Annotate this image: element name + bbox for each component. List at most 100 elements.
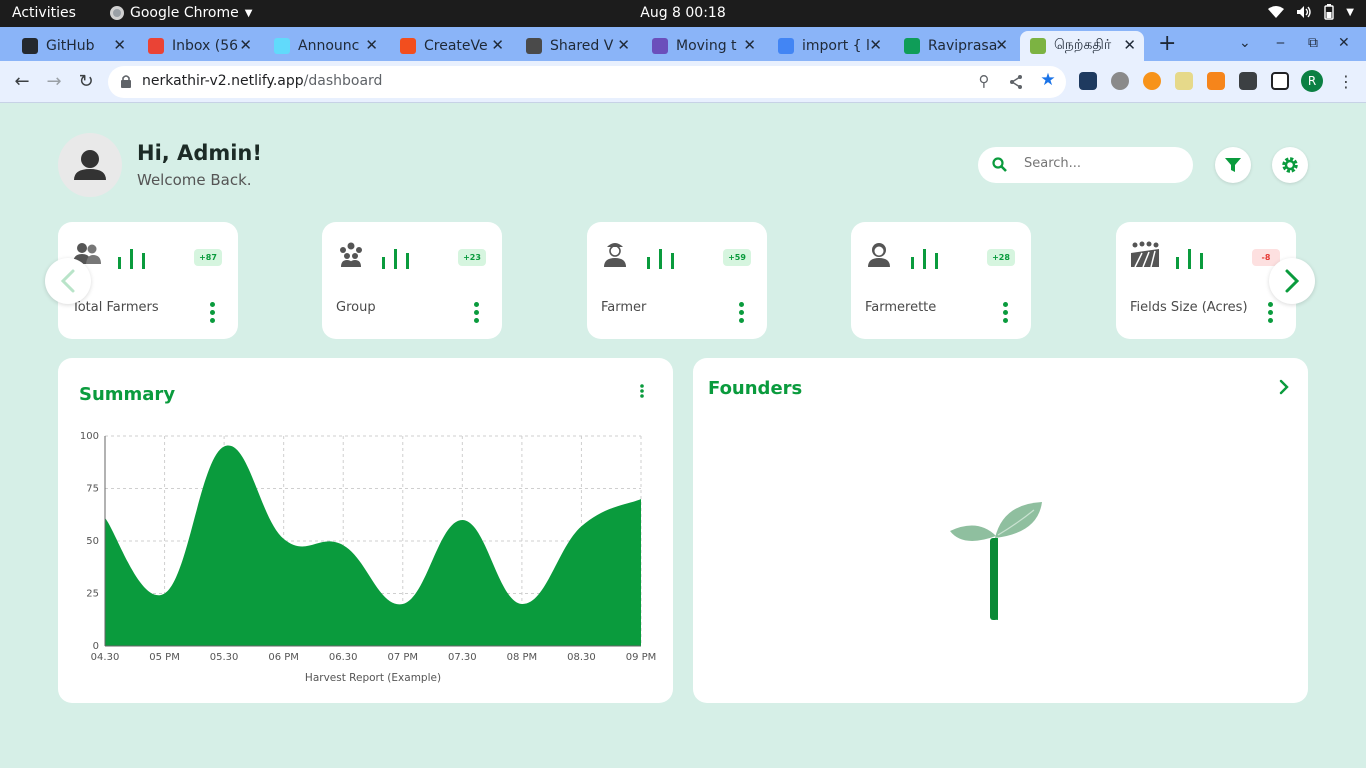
forward-button[interactable]: →	[42, 70, 66, 94]
volume-icon	[1297, 6, 1311, 18]
new-tab-button[interactable]: +	[1158, 31, 1176, 56]
tab-favicon-icon	[274, 38, 290, 54]
filter-button[interactable]	[1215, 147, 1251, 183]
mini-bars-icon	[382, 249, 410, 269]
dashboard-page: Hi, Admin! Welcome Back. +87Total Farmer…	[0, 104, 1366, 768]
card-more-icon[interactable]	[739, 302, 745, 323]
back-button[interactable]: ←	[10, 70, 34, 94]
browser-tab[interactable]: Raviprasa ✕	[894, 31, 1016, 61]
close-tab-icon[interactable]: ✕	[1123, 36, 1136, 54]
search-icon	[992, 157, 1007, 172]
carousel-next-button[interactable]	[1269, 258, 1315, 304]
chrome-icon	[110, 6, 124, 20]
founders-panel: Founders	[693, 358, 1308, 703]
close-window-button[interactable]: ✕	[1338, 35, 1350, 51]
y-tick-label: 25	[86, 589, 99, 600]
area-series	[105, 445, 641, 646]
side-panel-icon[interactable]	[1271, 72, 1289, 90]
mini-bars-icon	[911, 249, 939, 269]
metamask-icon[interactable]	[1207, 72, 1225, 90]
close-tab-icon[interactable]: ✕	[239, 36, 252, 54]
filter-icon	[1225, 158, 1241, 172]
trend-badge: +23	[458, 249, 486, 266]
chevron-left-icon	[60, 269, 75, 293]
group-icon	[340, 242, 362, 267]
react-devtools-icon[interactable]	[1079, 72, 1097, 90]
carousel-prev-button[interactable]	[45, 258, 91, 304]
activities-button[interactable]: Activities	[12, 5, 76, 21]
power-menu-icon: ▼	[1346, 6, 1354, 18]
card-more-icon[interactable]	[1268, 302, 1274, 323]
x-tick-label: 09 PM	[626, 652, 657, 663]
fields-icon	[1131, 241, 1159, 268]
chrome-menu-icon[interactable]: ⋮	[1334, 70, 1358, 94]
bug-icon[interactable]	[1111, 72, 1129, 90]
clock[interactable]: Aug 8 00:18	[640, 5, 726, 21]
tab-favicon-icon	[526, 38, 542, 54]
share-icon[interactable]	[1006, 72, 1026, 92]
profile-avatar[interactable]: R	[1301, 70, 1323, 92]
extension-orange-icon[interactable]	[1143, 72, 1161, 90]
card-more-icon[interactable]	[1003, 302, 1009, 323]
zoom-icon[interactable]: ⚲	[974, 72, 994, 92]
browser-tab[interactable]: GitHub ✕	[12, 31, 134, 61]
close-tab-icon[interactable]: ✕	[491, 36, 504, 54]
extensions-puzzle-icon[interactable]	[1239, 72, 1257, 90]
settings-button[interactable]	[1272, 147, 1308, 183]
url-text: nerkathir-v2.netlify.app/dashboard	[142, 73, 382, 89]
url-host: nerkathir-v2.netlify.app	[142, 73, 304, 89]
browser-tab[interactable]: நெற்கதிர் ✕	[1020, 31, 1144, 61]
founders-title: Founders	[708, 378, 803, 399]
address-bar[interactable]: nerkathir-v2.netlify.app/dashboard ⚲ ★	[108, 66, 1066, 98]
tab-favicon-icon	[400, 38, 416, 54]
trend-badge: +28	[987, 249, 1015, 266]
avatar[interactable]	[58, 133, 122, 197]
browser-tab[interactable]: CreateVe ✕	[390, 31, 512, 61]
close-tab-icon[interactable]: ✕	[113, 36, 126, 54]
tab-favicon-icon	[904, 38, 920, 54]
search-input[interactable]	[1024, 156, 1174, 171]
reload-button[interactable]: ↻	[74, 70, 98, 94]
close-tab-icon[interactable]: ✕	[995, 36, 1008, 54]
stat-label: Fields Size (Acres)	[1130, 300, 1248, 315]
x-tick-label: 07 PM	[387, 652, 418, 663]
app-menu[interactable]: Google Chrome ▼	[110, 5, 252, 21]
os-top-bar: Activities Google Chrome ▼ Aug 8 00:18 ▼	[0, 0, 1366, 27]
x-tick-label: 07.30	[448, 652, 477, 663]
system-tray[interactable]: ▼	[1268, 4, 1354, 20]
app-menu-label: Google Chrome	[130, 5, 239, 21]
minimize-button[interactable]: ‒	[1276, 35, 1285, 51]
y-tick-label: 0	[93, 641, 99, 652]
close-tab-icon[interactable]: ✕	[617, 36, 630, 54]
stat-card[interactable]: +28 Farmerette	[851, 222, 1031, 339]
stat-card[interactable]: +59 Farmer	[587, 222, 767, 339]
close-tab-icon[interactable]: ✕	[869, 36, 882, 54]
browser-tab[interactable]: Moving t ✕	[642, 31, 764, 61]
tab-favicon-icon	[22, 38, 38, 54]
chevron-right-icon	[1285, 269, 1300, 293]
x-tick-label: 08.30	[567, 652, 596, 663]
notes-icon[interactable]	[1175, 72, 1193, 90]
browser-toolbar: ← → ↻ nerkathir-v2.netlify.app/dashboard…	[0, 61, 1366, 103]
stat-card[interactable]: +23 Group	[322, 222, 502, 339]
close-tab-icon[interactable]: ✕	[743, 36, 756, 54]
search-box[interactable]	[978, 147, 1193, 183]
founders-next-icon[interactable]	[1277, 378, 1291, 396]
lock-icon	[121, 75, 131, 88]
browser-tab[interactable]: Announc ✕	[264, 31, 386, 61]
farmer-icon	[604, 243, 626, 267]
tab-search-chevron-icon[interactable]: ⌄	[1239, 35, 1251, 51]
maximize-button[interactable]: ⧉	[1308, 35, 1318, 51]
bookmark-star-icon[interactable]: ★	[1038, 70, 1058, 90]
card-more-icon[interactable]	[210, 302, 216, 323]
mini-bars-icon	[1176, 249, 1204, 269]
browser-tab[interactable]: Shared V ✕	[516, 31, 638, 61]
x-tick-label: 05 PM	[149, 652, 180, 663]
wifi-icon	[1268, 6, 1285, 18]
farmerette-icon	[868, 243, 890, 267]
browser-tab[interactable]: Inbox (56 ✕	[138, 31, 260, 61]
close-tab-icon[interactable]: ✕	[365, 36, 378, 54]
card-more-icon[interactable]	[474, 302, 480, 323]
browser-tab[interactable]: import { l ✕	[768, 31, 890, 61]
mini-bars-icon	[647, 249, 675, 269]
